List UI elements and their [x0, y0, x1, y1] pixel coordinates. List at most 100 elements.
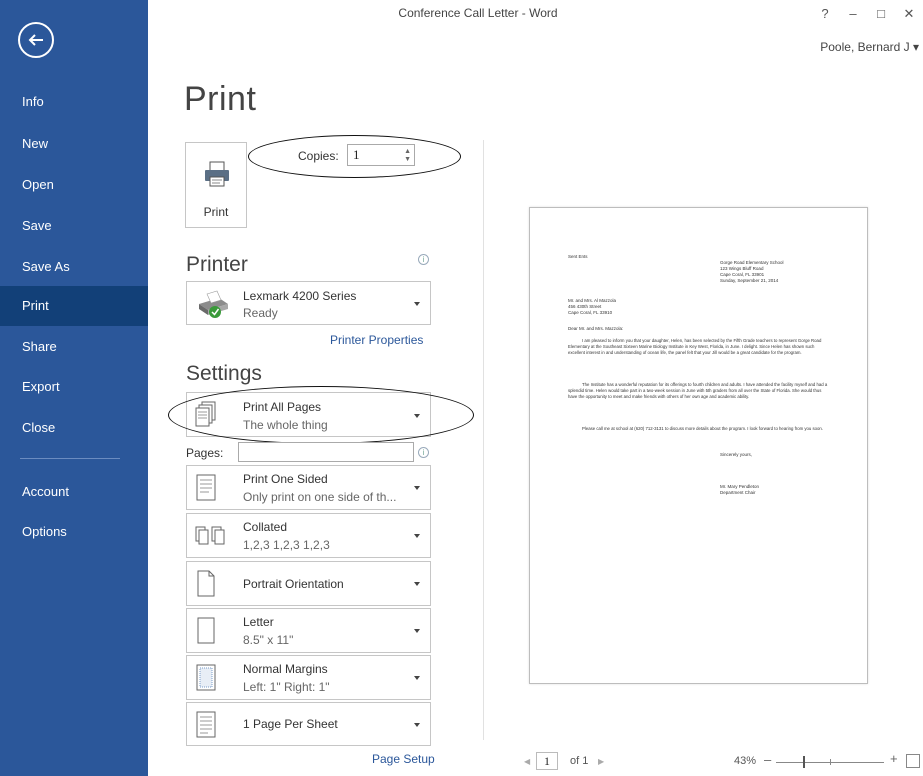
collation-label: Collated	[243, 520, 288, 534]
print-button-label: Print	[203, 205, 229, 219]
minimize-button[interactable]: –	[839, 2, 867, 26]
printer-dropdown[interactable]: Lexmark 4200 Series Ready	[186, 281, 431, 325]
collated-icon	[195, 524, 229, 553]
user-account-menu[interactable]: Poole, Bernard J ▾	[820, 40, 919, 54]
info-icon[interactable]: i	[418, 254, 429, 265]
sidebar-item-info[interactable]: Info	[0, 82, 148, 122]
margins-icon	[195, 664, 217, 697]
print-range-label: Print All Pages	[243, 400, 322, 414]
sidebar-item-open[interactable]: Open	[0, 165, 148, 205]
preview-closing: Sincerely yours,	[720, 452, 753, 457]
zoom-slider-thumb[interactable]	[803, 756, 805, 768]
preview-greeting: Dear Mr. and Mrs. Mazzola:	[568, 326, 624, 331]
close-window-button[interactable]: ✕	[895, 2, 923, 26]
next-page-button[interactable]: ▶	[598, 757, 604, 766]
info-icon[interactable]: i	[418, 447, 429, 458]
previous-page-button[interactable]: ◀	[524, 757, 530, 766]
backstage-sidebar: Info New Open Save Save As Print Share E…	[0, 0, 148, 776]
maximize-button[interactable]: □	[867, 2, 895, 26]
pages-per-sheet-label: 1 Page Per Sheet	[243, 717, 338, 731]
zoom-level: 43%	[734, 755, 757, 767]
sidebar-item-close[interactable]: Close	[0, 408, 148, 448]
window-controls: ? – □ ✕	[811, 2, 923, 26]
pages-label: Pages:	[186, 446, 224, 460]
printer-ready-icon	[195, 288, 231, 325]
pages-input[interactable]	[238, 442, 414, 462]
margins-dropdown[interactable]: Normal Margins Left: 1" Right: 1"	[186, 655, 431, 700]
copies-value: 1	[353, 147, 360, 162]
preview-sender-line: Gorge Road Elementary School	[720, 260, 784, 265]
printer-name: Lexmark 4200 Series	[243, 289, 357, 303]
orientation-dropdown[interactable]: Portrait Orientation	[186, 561, 431, 606]
chevron-down-icon	[414, 486, 420, 490]
sidebar-item-save-as[interactable]: Save As	[0, 247, 148, 287]
copies-stepper[interactable]: 1 ▲ ▼	[347, 144, 415, 166]
chevron-down-icon	[414, 534, 420, 538]
chevron-down-icon	[414, 676, 420, 680]
sidebar-item-options[interactable]: Options	[0, 512, 148, 552]
margins-description: Left: 1" Right: 1"	[243, 680, 330, 694]
chevron-down-icon	[414, 582, 420, 586]
sidebar-item-share[interactable]: Share	[0, 327, 148, 367]
sidebar-divider	[20, 458, 120, 459]
preview-top-line: Sent Ents	[568, 254, 588, 259]
one-sided-icon	[195, 474, 217, 507]
margins-label: Normal Margins	[243, 662, 328, 676]
chevron-down-icon	[414, 723, 420, 727]
paper-size-label: Letter	[243, 615, 274, 629]
panel-divider	[483, 140, 484, 740]
zoom-out-button[interactable]: –	[764, 752, 771, 767]
portrait-page-icon	[195, 570, 217, 603]
chevron-down-icon	[414, 414, 420, 418]
zoom-in-button[interactable]: +	[890, 751, 898, 766]
sidebar-item-export[interactable]: Export	[0, 367, 148, 407]
print-button[interactable]: Print	[185, 142, 247, 228]
collation-dropdown[interactable]: Collated 1,2,3 1,2,3 1,2,3	[186, 513, 431, 558]
preview-paragraph: I am pleased to inform you that your dau…	[568, 338, 822, 355]
window-title: Conference Call Letter - Word	[398, 6, 558, 20]
print-range-description: The whole thing	[243, 418, 328, 432]
sides-description: Only print on one side of th...	[243, 490, 397, 504]
print-range-dropdown[interactable]: Print All Pages The whole thing	[186, 392, 431, 437]
preview-recipient-line: 456 430th Street	[568, 304, 602, 309]
orientation-label: Portrait Orientation	[243, 577, 344, 591]
chevron-down-icon	[414, 302, 420, 306]
sidebar-item-save[interactable]: Save	[0, 206, 148, 246]
copies-label: Copies:	[298, 149, 339, 163]
paper-size-description: 8.5" x 11"	[243, 633, 294, 647]
paper-size-icon	[195, 617, 217, 650]
preview-sender-line: Cape Coral, FL 33901	[720, 272, 765, 277]
chevron-down-icon	[414, 629, 420, 633]
settings-heading: Settings	[186, 362, 262, 385]
preview-paragraph: The Institute has a wonderful reputation…	[568, 382, 828, 399]
paper-size-dropdown[interactable]: Letter 8.5" x 11"	[186, 608, 431, 653]
page-title: Print	[184, 80, 257, 118]
sides-label: Print One Sided	[243, 472, 328, 486]
current-page-input[interactable]: 1	[536, 752, 558, 770]
zoom-slider-tick	[830, 759, 831, 765]
pages-per-sheet-dropdown[interactable]: 1 Page Per Sheet	[186, 702, 431, 746]
sidebar-item-new[interactable]: New	[0, 124, 148, 164]
printer-properties-link[interactable]: Printer Properties	[330, 333, 423, 347]
printer-icon	[205, 161, 229, 187]
preview-signature-name: Mr. Mary Pendleton	[720, 484, 760, 489]
page-count: of 1	[570, 755, 589, 767]
page-per-sheet-icon	[195, 711, 217, 744]
printer-status: Ready	[243, 306, 278, 320]
back-arrow-icon[interactable]	[18, 22, 54, 58]
printer-heading: Printer	[186, 253, 248, 276]
sidebar-item-account[interactable]: Account	[0, 472, 148, 512]
preview-signature-title: Department Chair	[720, 490, 756, 495]
pages-stack-icon	[195, 401, 217, 434]
print-preview-page: Sent Ents Gorge Road Elementary School 1…	[529, 207, 868, 684]
sidebar-item-print[interactable]: Print	[0, 286, 148, 326]
preview-paragraph: Please call me at school at (620) 712-31…	[582, 426, 823, 431]
preview-date-line: Sunday, September 21, 2014	[720, 278, 779, 283]
preview-recipient-line: Cape Coral, FL 33910	[568, 310, 613, 315]
sides-dropdown[interactable]: Print One Sided Only print on one side o…	[186, 465, 431, 510]
zoom-to-page-icon[interactable]	[906, 754, 920, 768]
help-button[interactable]: ?	[811, 2, 839, 26]
preview-recipient-line: Mr. and Mrs. Al Mazzola	[568, 298, 617, 303]
spinner-arrows-icon[interactable]: ▲ ▼	[404, 147, 411, 163]
page-setup-link[interactable]: Page Setup	[372, 752, 435, 766]
